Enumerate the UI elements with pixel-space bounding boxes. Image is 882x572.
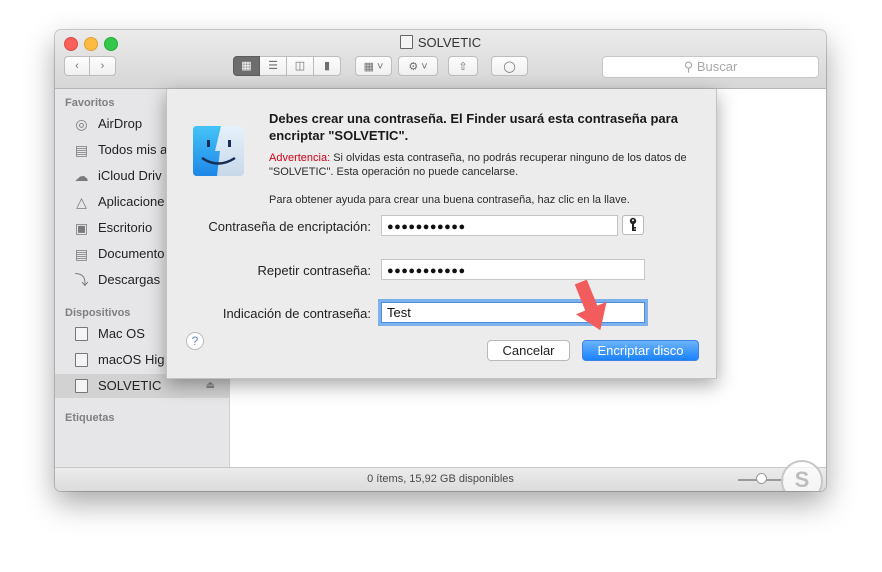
list-view-icon[interactable]: ☰ bbox=[260, 56, 287, 76]
finder-icon bbox=[193, 126, 244, 176]
applications-icon: △ bbox=[76, 194, 87, 210]
dialog-warning: Advertencia: Si olvidas esta contraseña,… bbox=[269, 151, 689, 179]
grid-view-icon[interactable]: ▦ bbox=[233, 56, 260, 76]
back-forward-buttons: ‹ › bbox=[64, 56, 116, 76]
tag-icon: ◯ bbox=[503, 61, 516, 73]
window-title: SOLVETIC bbox=[55, 35, 826, 50]
share-button[interactable]: ⇧ bbox=[448, 56, 478, 76]
search-field[interactable]: ⚲ Buscar bbox=[602, 56, 819, 78]
all-files-icon: ▤ bbox=[74, 142, 89, 158]
encrypt-disk-button[interactable]: Encriptar disco bbox=[582, 340, 699, 361]
repeat-password-label: Repetir contraseña: bbox=[257, 263, 371, 278]
password-assistant-button[interactable] bbox=[622, 215, 644, 235]
favorites-header: Favoritos bbox=[65, 97, 115, 109]
key-icon bbox=[629, 217, 637, 231]
password-hint-label: Indicación de contraseña: bbox=[222, 306, 371, 321]
back-button[interactable]: ‹ bbox=[64, 56, 90, 76]
help-button[interactable]: ? bbox=[186, 332, 204, 350]
password-field[interactable]: ●●●●●●●●●●● bbox=[381, 215, 618, 236]
desktop-icon: ▣ bbox=[74, 220, 89, 236]
devices-header: Dispositivos bbox=[65, 307, 131, 319]
airdrop-icon: ◎ bbox=[75, 116, 88, 132]
status-bar: 0 ítems, 15,92 GB disponibles S bbox=[55, 460, 826, 491]
cloud-icon: ☁ bbox=[74, 168, 89, 184]
tags-header: Etiquetas bbox=[65, 412, 115, 424]
annotation-arrow-icon bbox=[574, 279, 607, 331]
dialog-help-text: Para obtener ayuda para crear una buena … bbox=[269, 194, 630, 206]
coverflow-view-icon[interactable]: ▮ bbox=[314, 56, 341, 76]
encrypt-disk-dialog: Debes crear una contraseña. El Finder us… bbox=[166, 89, 717, 379]
tags-button[interactable]: ◯ bbox=[491, 56, 528, 76]
disk-icon bbox=[399, 35, 413, 49]
finder-window: SOLVETIC ‹ › ▦ ☰ ◫ ▮ ▦ ˅ ⚙ ˅ ⇧ ◯ ⚲ Busca… bbox=[55, 30, 826, 491]
icon-size-slider-knob[interactable] bbox=[756, 473, 767, 484]
hard-disk-icon bbox=[73, 326, 90, 342]
gear-icon: ⚙ bbox=[408, 61, 419, 73]
downloads-icon: ⤵ bbox=[74, 272, 89, 288]
documents-icon: ▤ bbox=[74, 246, 89, 262]
warning-text: Si olvidas esta contraseña, no podrás re… bbox=[269, 152, 687, 178]
password-label: Contraseña de encriptación: bbox=[208, 219, 371, 234]
external-disk-icon bbox=[73, 378, 90, 394]
dialog-title: Debes crear una contraseña. El Finder us… bbox=[269, 111, 678, 143]
search-icon: ⚲ bbox=[683, 59, 694, 74]
view-mode-control: ▦ ☰ ◫ ▮ bbox=[233, 56, 341, 76]
forward-button[interactable]: › bbox=[90, 56, 116, 76]
warning-label: Advertencia: bbox=[269, 152, 331, 164]
column-view-icon[interactable]: ◫ bbox=[287, 56, 314, 76]
status-text: 0 ítems, 15,92 GB disponibles bbox=[367, 473, 514, 485]
repeat-password-field[interactable]: ●●●●●●●●●●● bbox=[381, 259, 645, 280]
hard-disk-icon bbox=[73, 352, 90, 368]
action-gear-button[interactable]: ⚙ ˅ bbox=[398, 56, 438, 76]
cancel-button[interactable]: Cancelar bbox=[487, 340, 570, 361]
share-icon: ⇧ bbox=[458, 61, 468, 73]
arrange-button[interactable]: ▦ ˅ bbox=[355, 56, 392, 76]
title-bar: SOLVETIC ‹ › ▦ ☰ ◫ ▮ ▦ ˅ ⚙ ˅ ⇧ ◯ ⚲ Busca… bbox=[55, 30, 826, 89]
